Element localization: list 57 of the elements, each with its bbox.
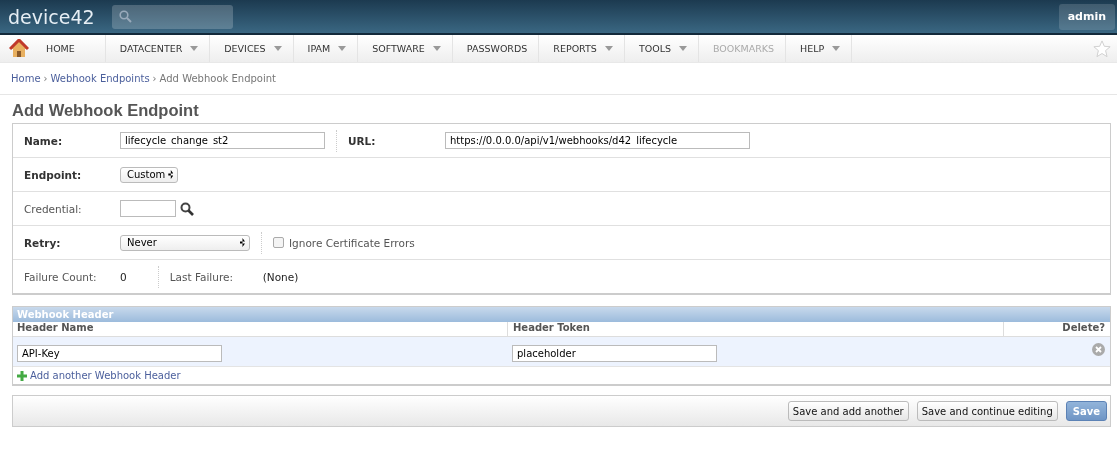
nav-item[interactable]: PASSWORDS — [452, 35, 540, 62]
retry-select[interactable]: Never — [120, 234, 250, 251]
nav-item[interactable]: REPORTS — [539, 35, 625, 62]
caret-icon — [338, 46, 347, 51]
column-header: Delete? — [1003, 322, 1110, 336]
caret-icon — [273, 46, 282, 51]
caret-icon — [678, 46, 687, 51]
name-field[interactable]: lifecycle_change_st2 — [120, 132, 325, 149]
header-name-field[interactable]: API-Key — [17, 344, 222, 362]
star-icon[interactable] — [1093, 39, 1111, 58]
checkbox-label: Ignore Certificate Errors — [289, 236, 415, 249]
breadcrumb-current: Add Webhook Endpoint — [159, 73, 276, 84]
nav-item[interactable]: DATACENTER — [105, 35, 211, 62]
breadcrumb-link[interactable]: Home — [11, 73, 41, 84]
search-icon — [119, 10, 132, 23]
add-link[interactable]: Add another Webhook Header — [17, 370, 181, 381]
section-header: Webhook Header — [13, 307, 1110, 322]
breadcrumb-separator: › — [43, 73, 48, 84]
caret-icon — [832, 46, 841, 51]
column-header: Header Name — [16, 322, 95, 335]
breadcrumb-link[interactable]: Webhook Endpoints — [50, 73, 150, 84]
nav-item[interactable]: HELP — [786, 35, 853, 62]
nav-item[interactable]: DEVICES — [210, 35, 294, 62]
header-token-field[interactable]: placeholder — [512, 344, 717, 362]
updown-icon — [168, 170, 174, 179]
search-field[interactable] — [112, 4, 233, 29]
updown-icon — [240, 238, 245, 247]
page-title: Add Webhook Endpoint — [12, 101, 200, 120]
field-value: 0 — [120, 270, 127, 283]
logo: device42 — [8, 5, 96, 28]
field-label: Credential: — [24, 202, 83, 215]
field-label: URL: — [348, 134, 377, 147]
nav-item[interactable]: HOME — [32, 35, 106, 62]
field-label: Failure Count: — [24, 270, 98, 283]
caret-icon — [432, 46, 441, 51]
delete-icon[interactable] — [1092, 343, 1105, 356]
save-button[interactable]: Save and continue editing — [916, 401, 1058, 421]
nav-item[interactable]: IPAM — [293, 35, 359, 62]
nav-item[interactable]: SOFTWARE — [358, 35, 453, 62]
caret-icon — [190, 46, 199, 51]
nav-item[interactable]: TOOLS — [624, 35, 699, 62]
user-menu[interactable]: admin — [1058, 3, 1115, 30]
plus-icon — [17, 370, 27, 381]
field-value: (None) — [262, 270, 299, 283]
breadcrumb-separator: › — [152, 73, 157, 84]
field-label: Last Failure: — [169, 270, 234, 283]
save-button[interactable]: Save and add another — [787, 401, 909, 421]
caret-icon — [604, 46, 613, 51]
field-label: Retry: — [24, 236, 62, 249]
home-icon[interactable] — [9, 38, 29, 59]
credential-field[interactable] — [120, 200, 176, 217]
field-label: Endpoint: — [24, 168, 83, 181]
search-icon[interactable] — [180, 201, 194, 216]
field-label: Name: — [24, 134, 64, 147]
checkbox[interactable] — [273, 237, 284, 248]
column-header: Header Token — [507, 322, 1003, 336]
endpoint-select[interactable]: Custom — [120, 166, 179, 183]
